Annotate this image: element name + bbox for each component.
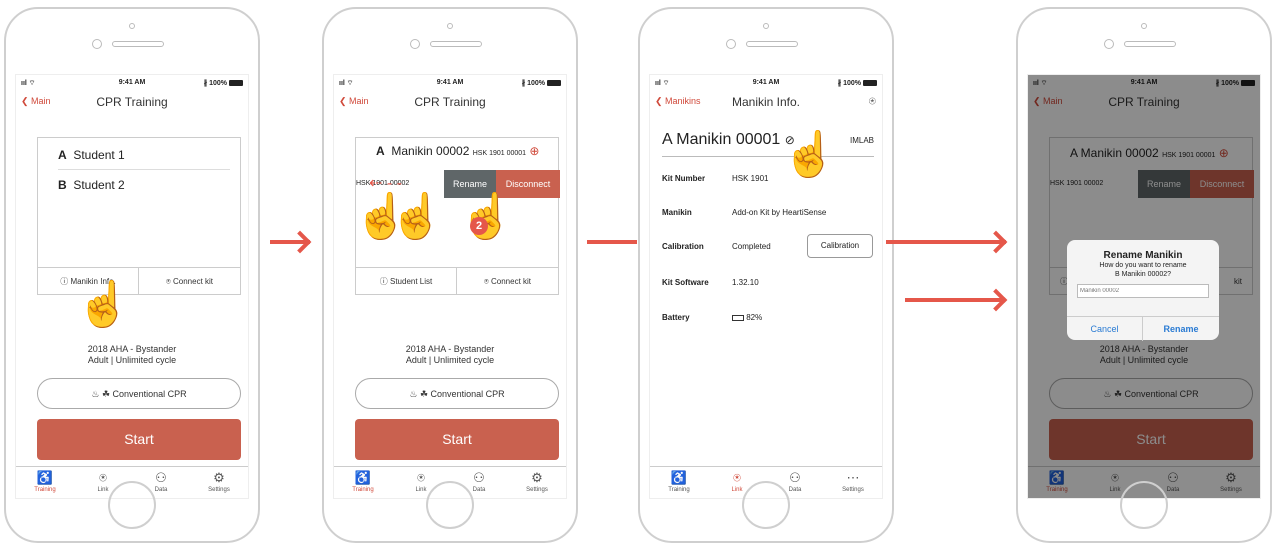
protocol-text: 2018 AHA - Bystander Adult | Unlimited cy… [405,344,495,365]
lungs-icon: ♨ ☘ [409,389,429,399]
cpr-mode-button[interactable]: ♨ ☘ Conventional CPR [37,378,241,409]
connect-kit-button[interactable]: ⍟ Connect kit [139,268,240,295]
phone-frame-1: ııl ⌔ 9:41 AM ∦ 100% ❮ Main CPR Training… [4,7,260,543]
student-row[interactable]: B Student 2 [58,178,230,200]
connect-kit-button[interactable]: ⍟ Connect kit [457,268,558,295]
student-list-button[interactable]: ⓘ Student List [356,268,457,295]
protocol-text: 2018 AHA - Bystander Adult | Unlimited cy… [87,344,177,365]
cancel-button[interactable]: Cancel [1067,317,1143,341]
manikin-name-field[interactable]: A Manikin 00001 ⊘ IMLAB [662,131,874,157]
status-bar: ııl ⌔ 9:41 AM ∦ 100% [16,77,248,89]
start-button[interactable]: Start [37,419,241,460]
screen-manikin-info: ııl ⌔ 9:41 AM ∦ 100% ❮ Manikins Manikin … [649,74,883,499]
training-icon: ♿ [670,470,688,485]
status-bar: ııl ⌔ 9:41 AM ∦ 100% [650,77,882,89]
student-card: A Student 1 B Student 2 ⓘ Manikin Info. … [37,137,241,295]
info-icon: ⓘ [60,277,69,286]
dialog-message: How do you want to rename B Manikin 00002… [1099,262,1187,278]
training-icon: ♿ [36,470,54,485]
target-icon: ⊕ [529,144,540,158]
lungs-icon: ♨ ☘ [91,389,111,399]
tab-settings[interactable]: ⋯ Settings [824,467,882,493]
nav-bar: ❮ Main CPR Training [16,92,248,114]
home-button [426,481,474,529]
info-icon: ⓘ [379,277,388,286]
screen-cpr-training-swipe: ııl ⌔ 9:41 AM ∦ 100% ❮ Main CPR Training… [333,74,567,499]
battery-icon [732,314,744,321]
card-toolbar: ⓘ Manikin Info. ⍟ Connect kit [38,267,240,295]
front-camera [129,23,135,29]
home-button [108,481,156,529]
swipe-left-icon: ⇠ - - [369,175,402,192]
status-bar: ııl ⌔ 9:41 AM ∦ 100% [334,77,566,89]
phone-frame-2: ııl ⌔ 9:41 AM ∦ 100% ❮ Main CPR Training… [322,7,578,543]
tap-hand-icon: ☝ [782,130,837,179]
screen-rename-dialog: ııl ⌔ 9:41 AM ∦ 100% ❮ Main CPR Training… [1027,74,1261,499]
training-icon: ♿ [354,470,372,485]
phone-frame-4: ııl ⌔ 9:41 AM ∦ 100% ❮ Main CPR Training… [1016,7,1272,543]
gear-icon: ⚙ [213,470,225,485]
connect-icon: ⍟ [165,277,171,286]
screen-cpr-training: ııl ⌔ 9:41 AM ∦ 100% ❮ Main CPR Training… [15,74,249,499]
flow-arrow-head [984,230,1008,254]
flow-arrow-head [288,230,312,254]
nav-bar: ❮ Main CPR Training [334,92,566,114]
phone-frame-3: ııl ⌔ 9:41 AM ∦ 100% ❮ Manikins Manikin … [638,7,894,543]
tab-settings[interactable]: ⚙ Settings [190,467,248,493]
dialog-title: Rename Manikin [1103,250,1183,261]
home-button [742,481,790,529]
nav-bar: ❮ Manikins Manikin Info. ⍟ [650,92,882,114]
rename-button[interactable]: Rename [1143,317,1219,341]
manikin-row[interactable]: A Manikin 00002 HSK 1901 00001 ⊕ [376,144,554,168]
start-button[interactable]: Start [355,419,559,460]
speaker [92,39,172,49]
tap-hand-icon: ☝ [459,192,514,241]
cpr-mode-button[interactable]: ♨ ☘ Conventional CPR [355,378,559,409]
connect-icon: ⍟ [483,277,489,286]
page-title: CPR Training [96,95,168,109]
home-button [1120,481,1168,529]
page-title: CPR Training [414,95,486,109]
rename-dialog: Rename Manikin How do you want to rename… [1067,240,1219,341]
flow-line [587,240,637,244]
rename-input[interactable] [1077,284,1209,298]
tab-training[interactable]: ♿ Training [650,467,708,493]
swipe-hand-ghost-icon: ☝ [389,192,444,241]
connect-icon[interactable]: ⍟ [869,94,876,109]
more-icon: ⋯ [846,470,860,485]
student-row[interactable]: A Student 1 [58,148,230,170]
tab-settings[interactable]: ⚙ Settings [508,467,566,493]
page-title: Manikin Info. [731,95,801,109]
step-badge: 2 [470,217,488,235]
card-toolbar: ⓘ Student List ⍟ Connect kit [356,267,558,295]
calibration-button[interactable]: Calibration [807,234,873,258]
gear-icon: ⚙ [531,470,543,485]
tab-training[interactable]: ♿ Training [16,467,74,493]
tap-hand-icon: ☝ [76,280,131,329]
tab-training[interactable]: ♿ Training [334,467,392,493]
flow-arrow-head [984,288,1008,312]
